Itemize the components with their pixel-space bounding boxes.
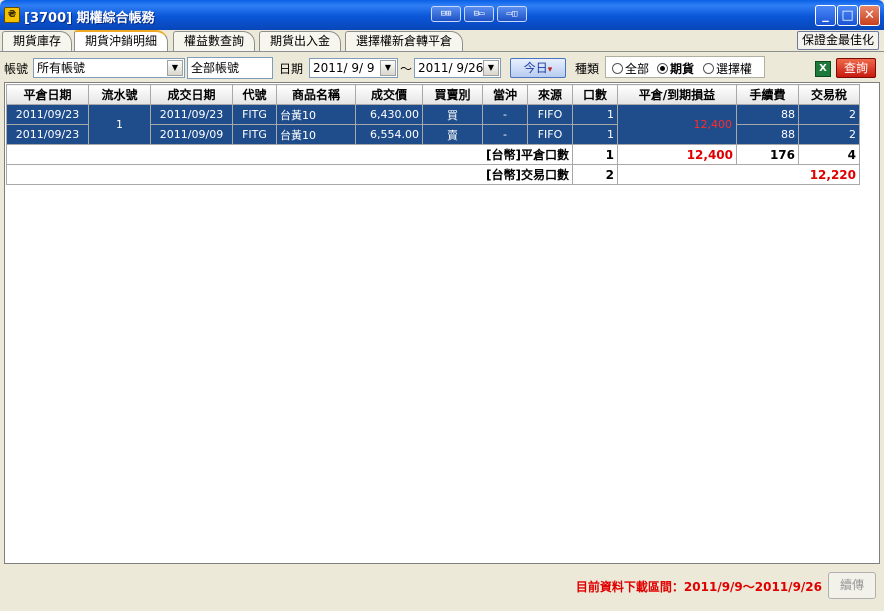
- account-name-field[interactable]: 全部帳號: [187, 57, 273, 79]
- query-button[interactable]: 查詢: [836, 58, 876, 78]
- tab-futures-deposit-withdraw[interactable]: 期貨出入金: [259, 31, 342, 51]
- cell-side: 買: [422, 104, 483, 125]
- date-from-value: 2011/ 9/ 9: [313, 61, 375, 75]
- date-range-separator: ～: [400, 62, 413, 76]
- col-trade-date[interactable]: 成交日期: [150, 84, 233, 105]
- col-pnl[interactable]: 平倉/到期損益: [617, 84, 737, 105]
- radio-all-label: 全部: [625, 62, 650, 76]
- summary-trade-label: [台幣]交易口數: [6, 164, 573, 185]
- cell-trade-date: 2011/09/23: [150, 104, 233, 125]
- date-from-picker[interactable]: 2011/ 9/ 9 ▼: [309, 58, 398, 78]
- tab-options-close[interactable]: 選擇權新倉轉平倉: [345, 31, 464, 51]
- col-qty[interactable]: 口數: [572, 84, 618, 105]
- col-product[interactable]: 商品名稱: [276, 84, 356, 105]
- today-button[interactable]: 今日▾: [510, 58, 566, 78]
- tab-divider: [0, 51, 884, 52]
- caret-down-icon: ▾: [547, 65, 553, 75]
- summary-trade-total: 12,220: [617, 164, 860, 185]
- type-label: 種類: [575, 62, 600, 76]
- app-icon: ₴: [4, 7, 20, 23]
- cell-fee: 88: [736, 124, 799, 145]
- radio-circle-icon: [612, 63, 623, 74]
- radio-circle-icon: [657, 63, 668, 74]
- account-select-value: 所有帳號: [37, 61, 86, 75]
- cell-qty: 1: [572, 124, 618, 145]
- account-select[interactable]: 所有帳號 ▼: [33, 58, 185, 78]
- chevron-down-icon[interactable]: ▼: [167, 60, 183, 76]
- layout-dock-icon[interactable]: ▭◫: [497, 6, 527, 22]
- cell-daytrade: -: [482, 104, 528, 125]
- cell-serial: 1: [88, 104, 151, 145]
- cell-tax: 2: [798, 124, 860, 145]
- tab-bar: 期貨庫存 期貨沖銷明細 權益數查詢 期貨出入金 選擇權新倉轉平倉 保證金最佳化: [0, 30, 884, 52]
- summary-close-tax: 4: [798, 144, 860, 165]
- cell-code: FITG: [232, 104, 277, 125]
- tab-futures-offset-detail[interactable]: 期貨沖銷明細: [74, 30, 169, 52]
- cell-source: FIFO: [527, 104, 573, 125]
- date-to-picker[interactable]: 2011/ 9/26 ▼: [414, 58, 501, 78]
- detail-table: 平倉日期 流水號 成交日期 代號 商品名稱 成交價 買賣別 當沖 來源 口數 平…: [6, 84, 860, 185]
- radio-circle-icon: [703, 63, 714, 74]
- maximize-button[interactable]: □: [837, 5, 858, 26]
- chevron-down-icon[interactable]: ▼: [380, 60, 396, 76]
- summary-close-row: [台幣]平倉口數 1 12,400 176 4: [6, 144, 860, 165]
- cell-trade-date: 2011/09/09: [150, 124, 233, 145]
- date-to-value: 2011/ 9/26: [418, 61, 484, 75]
- summary-close-fee: 176: [736, 144, 799, 165]
- download-range-text: 目前資料下載區間：2011/9/9～2011/9/26: [575, 580, 822, 594]
- col-fee[interactable]: 手續費: [736, 84, 799, 105]
- cell-close-date: 2011/09/23: [6, 104, 89, 125]
- date-label: 日期: [279, 62, 304, 76]
- account-label: 帳號: [4, 62, 29, 76]
- tab-futures-inventory[interactable]: 期貨庫存: [2, 31, 73, 51]
- col-price[interactable]: 成交價: [355, 84, 423, 105]
- cell-product: 台黃10: [276, 104, 356, 125]
- table-header-row: 平倉日期 流水號 成交日期 代號 商品名稱 成交價 買賣別 當沖 來源 口數 平…: [6, 84, 860, 105]
- today-button-label: 今日: [523, 61, 548, 75]
- col-serial[interactable]: 流水號: [88, 84, 151, 105]
- summary-close-label: [台幣]平倉口數: [6, 144, 573, 165]
- summary-trade-qty: 2: [572, 164, 618, 185]
- layout-split-icon[interactable]: ⊟⊞: [431, 6, 461, 22]
- col-side[interactable]: 買賣別: [422, 84, 483, 105]
- close-button[interactable]: ✕: [859, 5, 880, 26]
- radio-futures[interactable]: 期貨: [657, 60, 694, 77]
- radio-futures-label: 期貨: [670, 62, 695, 76]
- col-daytrade[interactable]: 當沖: [482, 84, 528, 105]
- cell-source: FIFO: [527, 124, 573, 145]
- cell-code: FITG: [232, 124, 277, 145]
- cell-tax: 2: [798, 104, 860, 125]
- cell-daytrade: -: [482, 124, 528, 145]
- col-source[interactable]: 來源: [527, 84, 573, 105]
- cell-price: 6,430.00: [355, 104, 423, 125]
- cell-pnl: 12,400: [617, 104, 737, 145]
- chevron-down-icon[interactable]: ▼: [483, 60, 499, 76]
- continue-download-button[interactable]: 續傳: [828, 572, 876, 599]
- col-code[interactable]: 代號: [232, 84, 277, 105]
- radio-all[interactable]: 全部: [612, 60, 649, 77]
- cell-qty: 1: [572, 104, 618, 125]
- excel-export-icon[interactable]: X: [815, 61, 831, 77]
- summary-close-pnl: 12,400: [617, 144, 737, 165]
- radio-options[interactable]: 選擇權: [703, 60, 752, 77]
- cell-side: 賣: [422, 124, 483, 145]
- window-title: [3700] 期權綜合帳務: [24, 11, 155, 26]
- cell-price: 6,554.00: [355, 124, 423, 145]
- margin-optimize-button[interactable]: 保證金最佳化: [796, 31, 879, 50]
- tab-equity-query[interactable]: 權益數查詢: [173, 31, 256, 51]
- col-close-date[interactable]: 平倉日期: [6, 84, 89, 105]
- cell-close-date: 2011/09/23: [6, 124, 89, 145]
- radio-options-label: 選擇權: [716, 62, 753, 76]
- layout-window-icon[interactable]: ⊟▭: [464, 6, 494, 22]
- col-tax[interactable]: 交易稅: [798, 84, 860, 105]
- title-bar: ₴ [3700] 期權綜合帳務 ⊟⊞ ⊟▭ ▭◫ _ □ ✕: [0, 0, 884, 30]
- summary-close-qty: 1: [572, 144, 618, 165]
- table-row[interactable]: 2011/09/23 1 2011/09/23 FITG 台黃10 6,430.…: [6, 104, 860, 145]
- cell-product: 台黃10: [276, 124, 356, 145]
- minimize-button[interactable]: _: [815, 5, 836, 26]
- type-radio-group: 全部 期貨 選擇權: [605, 56, 765, 78]
- cell-fee: 88: [736, 104, 799, 125]
- detail-grid: 平倉日期 流水號 成交日期 代號 商品名稱 成交價 買賣別 當沖 來源 口數 平…: [4, 82, 880, 564]
- summary-trade-row: [台幣]交易口數 2 12,220: [6, 164, 860, 185]
